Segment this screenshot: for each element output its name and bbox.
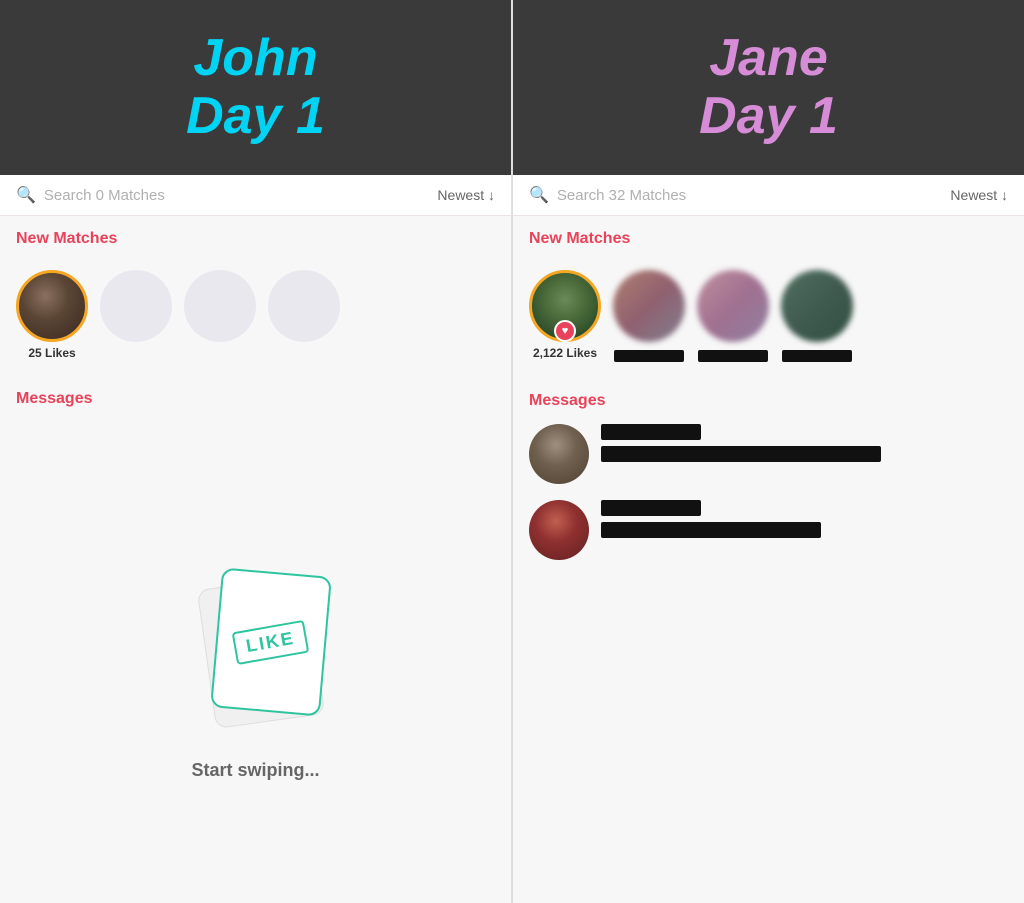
jane-body: 🔍 Search 32 Matches Newest ↓ New Matches…	[513, 175, 1024, 903]
john-placeholder-avatar-3	[268, 270, 340, 342]
jane-message-2[interactable]	[529, 500, 1008, 560]
jane-messages-title: Messages	[529, 392, 1008, 410]
heart-badge: ♥	[554, 320, 576, 342]
jane-panel: Jane Day 1 🔍 Search 32 Matches Newest ↓ …	[513, 0, 1024, 903]
john-sort[interactable]: Newest ↓	[437, 187, 495, 203]
jane-name-redacted-2	[698, 350, 768, 362]
john-messages-title: Messages	[16, 390, 495, 408]
jane-match-1[interactable]	[613, 270, 685, 362]
jane-new-matches-title: New Matches	[529, 230, 1008, 248]
john-placeholder-3	[268, 270, 340, 342]
john-day: Day 1	[186, 88, 325, 145]
jane-search-left: 🔍 Search 32 Matches	[529, 185, 686, 205]
john-likes-match[interactable]: 25 Likes	[16, 270, 88, 360]
john-new-matches-title: New Matches	[16, 230, 495, 248]
jane-name-redacted-3	[782, 350, 852, 362]
john-messages-section: Messages	[0, 376, 511, 430]
jane-new-matches-section: New Matches	[513, 216, 1024, 270]
jane-blurred-avatar-2	[697, 270, 769, 342]
john-likes-avatar-wrapper	[16, 270, 88, 342]
john-placeholder-avatar-2	[184, 270, 256, 342]
jane-msg-avatar-2	[529, 500, 589, 560]
jane-name-redacted-1	[614, 350, 684, 362]
john-new-matches-section: New Matches	[0, 216, 511, 270]
john-search-bar[interactable]: 🔍 Search 0 Matches Newest ↓	[0, 175, 511, 216]
john-empty-state: LIKE Start swiping...	[0, 430, 511, 903]
jane-name: Jane	[699, 30, 838, 87]
john-header: John Day 1	[0, 0, 511, 175]
jane-msg-text-2	[601, 522, 821, 538]
jane-msg-text-1	[601, 446, 881, 462]
jane-msg-name-1	[601, 424, 701, 440]
john-matches-row: 25 Likes	[0, 270, 511, 376]
card-front: LIKE	[210, 567, 332, 716]
jane-match-2[interactable]	[697, 270, 769, 362]
like-stamp: LIKE	[232, 619, 310, 664]
john-likes-avatar	[16, 270, 88, 342]
jane-msg-content-1	[601, 424, 1008, 462]
jane-title: Jane Day 1	[699, 30, 838, 144]
john-title: John Day 1	[186, 30, 325, 144]
jane-search-placeholder[interactable]: Search 32 Matches	[557, 187, 686, 204]
jane-header: Jane Day 1	[513, 0, 1024, 175]
jane-likes-label: 2,122 Likes	[533, 346, 597, 360]
john-body: 🔍 Search 0 Matches Newest ↓ New Matches …	[0, 175, 511, 903]
jane-msg-name-2	[601, 500, 701, 516]
john-search-left: 🔍 Search 0 Matches	[16, 185, 165, 205]
jane-day: Day 1	[699, 88, 838, 145]
jane-messages-section: Messages	[513, 378, 1024, 903]
jane-likes-match[interactable]: ♥ 2,122 Likes	[529, 270, 601, 360]
jane-msg-avatar-1	[529, 424, 589, 484]
john-placeholder-1	[100, 270, 172, 342]
john-name: John	[186, 30, 325, 87]
john-placeholder-avatar-1	[100, 270, 172, 342]
jane-blurred-avatar-1	[613, 270, 685, 342]
search-icon: 🔍	[16, 185, 36, 205]
like-cards: LIKE	[176, 562, 336, 742]
john-placeholder-2	[184, 270, 256, 342]
jane-search-icon: 🔍	[529, 185, 549, 205]
jane-blurred-avatar-3	[781, 270, 853, 342]
john-search-placeholder[interactable]: Search 0 Matches	[44, 187, 165, 204]
jane-likes-avatar-wrapper: ♥	[529, 270, 601, 342]
john-likes-label: 25 Likes	[28, 346, 75, 360]
jane-message-1[interactable]	[529, 424, 1008, 484]
jane-match-3[interactable]	[781, 270, 853, 362]
jane-matches-row: ♥ 2,122 Likes	[513, 270, 1024, 378]
jane-msg-content-2	[601, 500, 1008, 538]
jane-search-bar[interactable]: 🔍 Search 32 Matches Newest ↓	[513, 175, 1024, 216]
john-panel: John Day 1 🔍 Search 0 Matches Newest ↓ N…	[0, 0, 512, 903]
jane-sort[interactable]: Newest ↓	[950, 187, 1008, 203]
start-swiping-text: Start swiping...	[191, 760, 319, 781]
